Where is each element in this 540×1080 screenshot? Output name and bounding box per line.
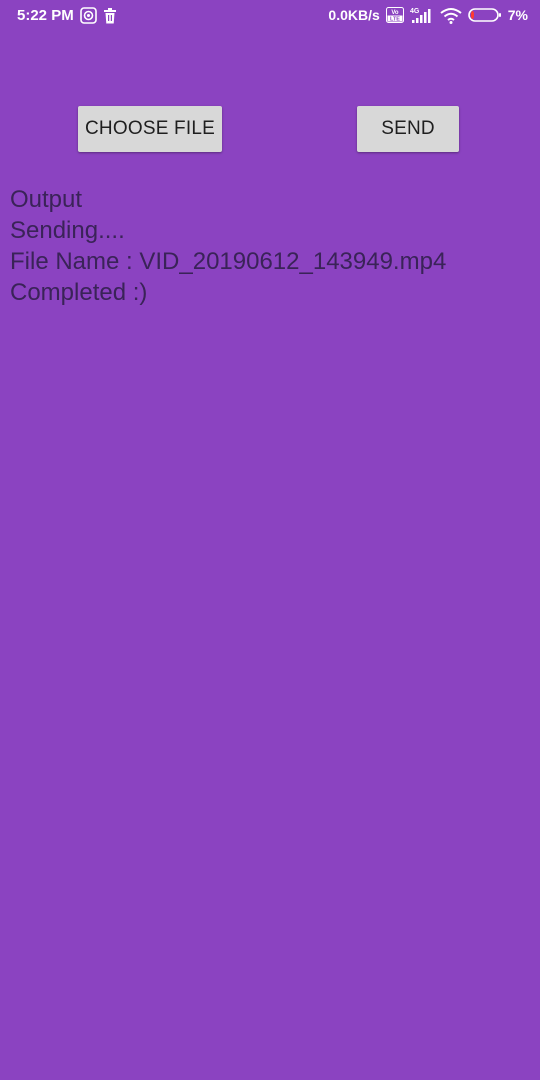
volte-icon: Vo LTE (385, 7, 404, 23)
wifi-icon (440, 7, 462, 24)
cellular-signal-icon: 4G (410, 6, 434, 24)
output-panel: Output Sending.... File Name : VID_20190… (10, 184, 446, 308)
output-heading: Output (10, 186, 83, 213)
svg-text:4G: 4G (410, 8, 420, 15)
trash-icon (103, 7, 117, 24)
choose-file-button[interactable]: CHOOSE FILE (78, 106, 222, 152)
svg-text:Vo: Vo (391, 10, 399, 16)
status-bar-left: 5:22 PM (17, 7, 117, 24)
network-speed: 0.0KB/s (328, 7, 380, 23)
battery-icon (467, 7, 502, 23)
send-button[interactable]: SEND (357, 106, 459, 152)
svg-text:LTE: LTE (390, 17, 400, 23)
status-bar-right: 0.0KB/s Vo LTE 4G 7% (328, 6, 528, 24)
app-notification-icon (79, 7, 97, 24)
output-line-file-name: File Name : VID_20190612_143949.mp4 (10, 248, 447, 275)
battery-percent: 7% (507, 7, 528, 23)
status-time: 5:22 PM (17, 7, 74, 24)
status-bar: 5:22 PM 0.0KB/s Vo LTE 4G 7% (0, 0, 540, 32)
output-line-sending: Sending.... (10, 217, 125, 244)
output-line-completed: Completed :) (10, 279, 148, 306)
